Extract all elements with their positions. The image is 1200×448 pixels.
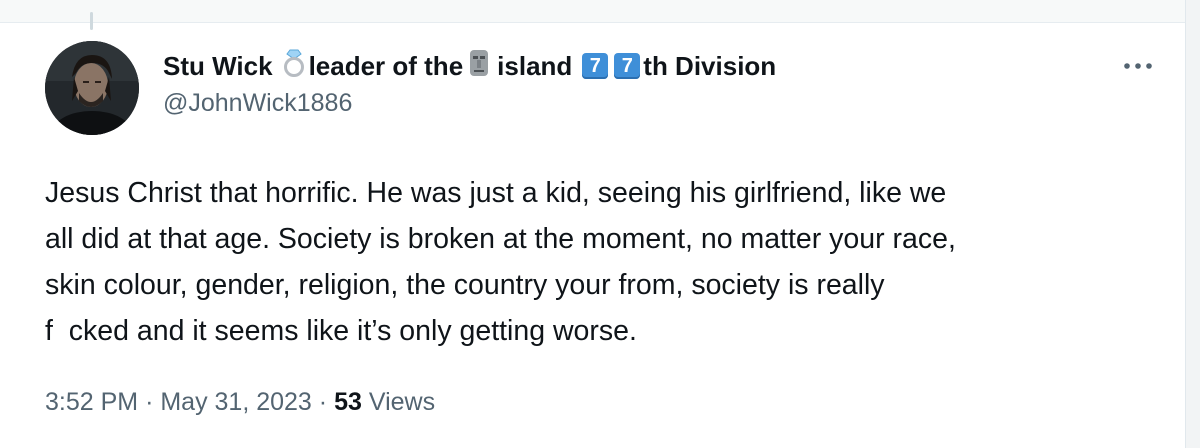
more-options-button[interactable] [1118,52,1158,80]
views-label: Views [368,388,436,416]
tweet-text-line: all did at that age. Society is broken a… [45,223,956,255]
display-name-part: th Division [643,50,777,81]
tweet-text-line: f cked and it seems like it’s only getti… [45,315,637,347]
tweet-metadata: 3:52 PM · May 31, 2023 · 53 Views [45,388,435,417]
tweet-time[interactable]: 3:52 PM [45,388,138,416]
tweet-text-line: skin colour, gender, religion, the count… [45,269,885,301]
previous-tweet-edge [0,0,1200,23]
separator-dot: · [145,388,154,416]
tweet-text: Jesus Christ that horrific. He was just … [45,170,1155,354]
moai-icon [467,49,491,84]
ring-icon [281,48,307,85]
display-name-part: leader of the [308,50,464,81]
tweet-date[interactable]: May 31, 2023 [160,388,312,416]
thread-connector-line [90,12,93,30]
tweet-text-line: Jesus Christ that horrific. He was just … [45,177,947,209]
display-name-part: island [497,50,573,81]
more-horizontal-icon [1124,63,1152,69]
display-name-part: Stu Wick [163,50,273,81]
avatar[interactable] [45,41,139,135]
tweet-card: Stu Wick leader of the island 7 7 th Div… [0,0,1200,448]
display-name[interactable]: Stu Wick leader of the island 7 7 th Div… [163,48,776,84]
keycap-seven-icon: 7 [582,53,609,79]
scrollbar-edge [1185,0,1200,448]
user-handle[interactable]: @JohnWick1886 [163,89,352,118]
separator-dot: · [318,388,328,416]
views-count: 53 [334,388,362,416]
keycap-seven-icon: 7 [614,53,641,79]
